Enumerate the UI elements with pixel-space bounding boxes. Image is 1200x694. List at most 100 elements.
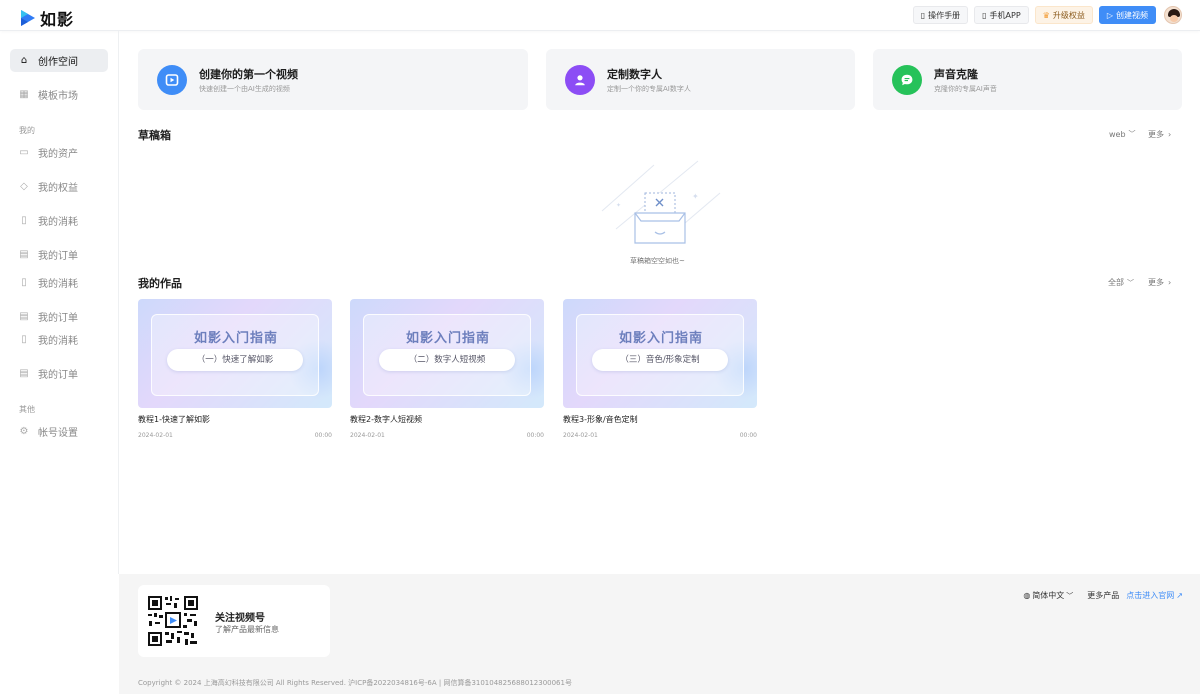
official-site-label: 点击进入官网 <box>1126 591 1175 600</box>
thumbnail-panel: 如影入门指南 （一）快速了解如影 <box>151 314 319 396</box>
work-name: 教程3-形象/音色定制 <box>563 415 638 424</box>
work-card[interactable]: 如影入门指南 （三）音色/形象定制 教程3-形象/音色定制 2024-02-01… <box>563 299 757 439</box>
work-thumbnail[interactable]: 如影入门指南 （二）数字人短视频 <box>350 299 544 408</box>
sidebar-item-label: 我的订单 <box>38 313 78 324</box>
qr-subtitle: 了解产品最新信息 <box>215 625 279 634</box>
more-products-link[interactable]: 更多产品 <box>1087 590 1119 601</box>
sidebar-item-label: 创作空间 <box>38 57 78 68</box>
sidebar-group-mine: 我的 <box>19 126 35 135</box>
work-thumbnail[interactable]: 如影入门指南 （三）音色/形象定制 <box>563 299 757 408</box>
app-logo[interactable]: 如影 <box>19 6 74 30</box>
work-date: 2024-02-01 <box>138 432 173 439</box>
work-thumbnail[interactable]: 如影入门指南 （一）快速了解如影 <box>138 299 332 408</box>
work-card[interactable]: 如影入门指南 （二）数字人短视频 教程2-数字人短视频 2024-02-01 0… <box>350 299 544 439</box>
works-filter-label: 全部 <box>1108 278 1124 287</box>
home-icon: ⌂ <box>20 54 28 66</box>
official-site-link[interactable]: 点击进入官网 ↗ <box>1126 590 1183 601</box>
card-subtitle: 快速创建一个由AI生成的视频 <box>199 85 290 93</box>
thumbnail-pill: （二）数字人短视频 <box>379 349 515 371</box>
language-selector[interactable]: ◍ 简体中文 ﹀ <box>1023 590 1073 601</box>
diamond-icon: ◇ <box>20 180 28 192</box>
sidebar-item-template-market[interactable]: ▦ 模板市场 <box>10 83 108 106</box>
chevron-down-icon: ﹀ <box>1066 591 1074 600</box>
footer: 关注视频号 了解产品最新信息 ◍ 简体中文 ﹀ 更多产品 点击进入官网 ↗ Copyr… <box>119 574 1200 694</box>
calendar-icon: ▤ <box>19 310 29 322</box>
phone-icon: ▯ <box>982 10 987 20</box>
template-icon: ▦ <box>19 88 29 100</box>
app-name: 如影 <box>40 10 75 29</box>
sidebar-item-label: 帐号设置 <box>38 428 78 439</box>
top-actions: ▯ 操作手册 ▯ 手机APP ♛ 升级权益 ▷ 创建视频 <box>912 6 1200 24</box>
svg-text:✦: ✦ <box>692 192 699 201</box>
drafts-filter-dropdown[interactable]: web ﹀ <box>1109 129 1136 139</box>
copyright-text: Copyright © 2024 上海高幻科技有限公司 All Rights R… <box>138 679 572 687</box>
clipboard-icon: ▤ <box>19 367 29 379</box>
create-video-button[interactable]: ▷ 创建视频 <box>1098 6 1156 24</box>
work-meta: 2024-02-01 00:00 <box>350 432 544 439</box>
logo-mark-icon <box>21 10 35 26</box>
card-subtitle: 定制一个你的专属AI数字人 <box>607 85 691 93</box>
sidebar-item-label: 我的订单 <box>38 251 78 262</box>
upgrade-button[interactable]: ♛ 升级权益 <box>1034 6 1093 24</box>
sidebar-item-my-orders-2[interactable]: ▤ 我的订单 <box>10 305 108 328</box>
works-filter-dropdown[interactable]: 全部 ﹀ <box>1108 277 1134 288</box>
create-video-label: 创建视频 <box>1116 10 1148 20</box>
drafts-filter-label: web <box>1109 129 1126 139</box>
sidebar-item-account-settings[interactable]: ⚙ 帐号设置 <box>10 420 108 443</box>
upgrade-label: 升级权益 <box>1052 10 1085 20</box>
sidebar-item-my-consumption-3[interactable]: ▯ 我的消耗 <box>10 328 108 351</box>
card-title: 定制数字人 <box>607 68 662 81</box>
card-create-video[interactable]: 创建你的第一个视频 快速创建一个由AI生成的视频 <box>138 49 528 110</box>
globe-icon: ◍ <box>1023 591 1031 600</box>
manual-icon: ▯ <box>920 10 926 20</box>
qr-title: 关注视频号 <box>215 613 265 624</box>
thumbnail-panel: 如影入门指南 （二）数字人短视频 <box>363 314 531 396</box>
work-card[interactable]: 如影入门指南 （一）快速了解如影 教程1-快速了解如影 2024-02-01 0… <box>138 299 332 439</box>
sidebar-item-my-orders[interactable]: ▤ 我的订单 <box>10 243 108 266</box>
sidebar-item-label: 我的消耗 <box>38 279 78 290</box>
mobile-app-button[interactable]: ▯ 手机APP <box>974 6 1029 24</box>
sidebar-item-my-consumption[interactable]: ▯ 我的消耗 <box>10 209 108 232</box>
play-icon: ▷ <box>1106 10 1113 20</box>
sidebar-item-label: 我的订单 <box>38 370 78 381</box>
thumbnail-pill: （一）快速了解如影 <box>167 349 303 371</box>
avatar[interactable] <box>1164 6 1182 24</box>
card-title: 声音克隆 <box>934 68 978 81</box>
book-icon: ▯ <box>21 276 27 288</box>
work-duration: 00:00 <box>526 432 544 439</box>
sidebar-item-my-assets[interactable]: ▭ 我的资产 <box>10 141 108 164</box>
card-voice-clone[interactable]: 声音克隆 克隆你的专属AI声音 <box>873 49 1182 110</box>
thumbnail-title: 如影入门指南 <box>193 331 278 346</box>
sidebar-item-my-consumption-2[interactable]: ▯ 我的消耗 <box>10 271 108 294</box>
card-custom-avatar[interactable]: 定制数字人 定制一个你的专属AI数字人 <box>546 49 855 110</box>
manual-label: 操作手册 <box>928 10 961 20</box>
thumbnail-pill: （三）音色/形象定制 <box>592 349 728 371</box>
works-more-link[interactable]: 更多 › <box>1148 277 1171 288</box>
qr-code-icon <box>147 595 199 647</box>
sidebar-item-my-orders-3[interactable]: ▤ 我的订单 <box>10 362 108 385</box>
sidebar-group-other: 其他 <box>19 405 35 414</box>
sidebar-item-my-rights[interactable]: ◇ 我的权益 <box>10 175 108 198</box>
work-date: 2024-02-01 <box>563 432 598 439</box>
sidebar-item-label: 我的消耗 <box>38 336 78 347</box>
mobile-app-label: 手机APP <box>989 10 1021 20</box>
footer-links: ◍ 简体中文 ﹀ 更多产品 点击进入官网 ↗ <box>1023 590 1183 601</box>
person-icon <box>565 65 595 95</box>
works-title: 我的作品 <box>138 277 182 290</box>
drafts-more-link[interactable]: 更多 › <box>1148 129 1171 140</box>
top-bar: 如影 ▯ 操作手册 ▯ 手机APP ♛ 升级权益 ▷ 创建视频 <box>0 0 1200 31</box>
card-title: 创建你的第一个视频 <box>199 68 298 81</box>
sidebar-item-label: 我的权益 <box>38 183 78 194</box>
drafts-empty-text: 草稿箱空空如也~ <box>630 257 685 265</box>
thumbnail-title: 如影入门指南 <box>618 331 703 346</box>
manual-button[interactable]: ▯ 操作手册 <box>912 6 969 24</box>
empty-box-illustration: ✦ ✦ <box>601 160 721 244</box>
crown-icon: ♛ <box>1042 10 1050 20</box>
sidebar-item-label: 模板市场 <box>38 91 78 102</box>
thumbnail-panel: 如影入门指南 （三）音色/形象定制 <box>576 314 744 396</box>
work-date: 2024-02-01 <box>350 432 385 439</box>
sidebar: ⌂ 创作空间 ▦ 模板市场 我的 ▭ 我的资产 ◇ 我的权益 ▯ 我的消耗 ▤ 我的订单 ▯… <box>0 31 119 574</box>
sidebar-item-create-space[interactable]: ⌂ 创作空间 <box>10 49 108 72</box>
chevron-down-icon: ﹀ <box>1127 278 1134 287</box>
drafts-more-label: 更多 <box>1148 130 1164 139</box>
